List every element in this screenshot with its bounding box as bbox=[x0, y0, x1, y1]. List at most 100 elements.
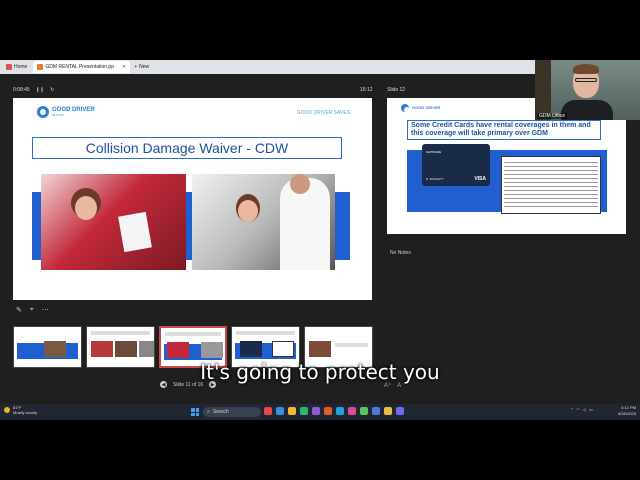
app-icon[interactable] bbox=[360, 407, 368, 415]
next-slide-label: Slide 12 bbox=[387, 87, 406, 93]
text-line bbox=[504, 182, 598, 183]
weather-desc: Mostly cloudy bbox=[13, 410, 38, 415]
next-slide-textbox bbox=[501, 156, 601, 214]
taskbar-apps bbox=[264, 407, 404, 415]
tab-label: GDM RENTAL Presentation.pp bbox=[45, 64, 114, 70]
thumbnail-image bbox=[272, 341, 295, 357]
text-line bbox=[504, 194, 598, 195]
thumbnail-image bbox=[309, 341, 332, 357]
tab-home[interactable]: Home bbox=[2, 61, 31, 73]
card-brand: SAPPHIRE bbox=[426, 150, 442, 154]
timer-value: 0:08:45 bbox=[13, 87, 30, 93]
webcam-label: GDM Office bbox=[537, 113, 568, 119]
caption-size-controls: A⁺ A⁻ bbox=[384, 382, 404, 389]
live-caption: It's going to protect you bbox=[200, 360, 440, 384]
app-icon[interactable] bbox=[396, 407, 404, 415]
reset-icon[interactable]: ↻ bbox=[50, 87, 54, 93]
new-tab-button[interactable]: + New bbox=[134, 64, 149, 70]
app-icon[interactable] bbox=[276, 407, 284, 415]
app-icon[interactable] bbox=[348, 407, 356, 415]
thumbnail-title bbox=[164, 332, 222, 336]
pointer-icon[interactable]: ⌖ bbox=[30, 306, 34, 314]
app-icon[interactable] bbox=[324, 407, 332, 415]
background-shelf bbox=[535, 60, 551, 120]
clock-date: 8/30/2025 bbox=[618, 411, 636, 416]
text-line bbox=[504, 170, 598, 171]
thumbnail-image bbox=[240, 341, 263, 357]
logo-icon bbox=[37, 106, 49, 118]
text-line bbox=[504, 186, 598, 187]
thumbnail-image bbox=[200, 342, 223, 358]
webcam-feed: GDM Office bbox=[535, 60, 640, 120]
decrease-text-icon[interactable]: A⁻ bbox=[397, 382, 404, 389]
powerpoint-tab-icon bbox=[37, 64, 44, 70]
text-line bbox=[504, 202, 598, 203]
battery-icon[interactable]: ▭ bbox=[589, 407, 593, 412]
pen-icon[interactable]: ✎ bbox=[16, 306, 22, 314]
taskbar: 81°F Mostly cloudy ⌕ Search ⌃ ◠ ◁ ▭ 4:12… bbox=[0, 404, 640, 420]
app-icon[interactable] bbox=[336, 407, 344, 415]
weather-widget[interactable]: 81°F Mostly cloudy bbox=[4, 405, 37, 415]
thumbnail-image bbox=[114, 341, 137, 357]
logo-text: GOOD DRIVER bbox=[412, 105, 441, 110]
text-line bbox=[504, 174, 598, 175]
volume-icon[interactable]: ◁ bbox=[583, 407, 586, 412]
thumbnail-image bbox=[44, 341, 66, 357]
app-icon[interactable] bbox=[384, 407, 392, 415]
home-tab-icon bbox=[6, 64, 12, 70]
logo-subtext: MUTUAL bbox=[52, 113, 65, 117]
slide-photo-car-rental bbox=[41, 174, 186, 270]
credit-card-image: SAPPHIRE B. BARNETT VISA bbox=[422, 144, 490, 186]
search-label: Search bbox=[212, 409, 229, 415]
thumbnail-title bbox=[90, 331, 150, 335]
person-glasses bbox=[575, 78, 597, 82]
tab-label: Home bbox=[14, 64, 28, 70]
taskbar-search[interactable]: ⌕ Search bbox=[203, 407, 261, 417]
presenter-view: 0:08:45 ❙❙ ↻ 16:12 GOOD DRIVER MUTUAL GO… bbox=[0, 74, 640, 404]
text-line bbox=[504, 206, 598, 207]
more-icon[interactable]: ⋯ bbox=[42, 306, 49, 314]
next-slide-title: Some Credit Cards have rental coverages … bbox=[407, 120, 601, 140]
tab-presentation[interactable]: GDM RENTAL Presentation.pp ✕ bbox=[33, 61, 131, 73]
slide-photo-car-signing bbox=[192, 174, 335, 270]
weather-icon bbox=[4, 407, 10, 413]
windows-start-icon[interactable] bbox=[191, 408, 199, 416]
system-tray: ⌃ ◠ ◁ ▭ bbox=[570, 407, 593, 412]
text-line bbox=[504, 162, 598, 163]
app-icon[interactable] bbox=[288, 407, 296, 415]
pause-icon[interactable]: ❙❙ bbox=[36, 87, 44, 93]
slide-brand-tagline: GOOD DRIVER SAVES bbox=[296, 110, 350, 116]
logo-icon bbox=[401, 104, 410, 113]
speaker-notes: No Notes bbox=[390, 250, 411, 256]
person-shape bbox=[238, 200, 258, 222]
text-line bbox=[504, 190, 598, 191]
current-slide: GOOD DRIVER MUTUAL GOOD DRIVER SAVES Col… bbox=[13, 98, 372, 300]
thumbnail-title bbox=[236, 331, 296, 335]
card-holder: B. BARNETT bbox=[426, 177, 444, 181]
thumbnail-image bbox=[138, 341, 154, 357]
close-icon[interactable]: ✕ bbox=[122, 64, 126, 70]
screen: Home GDM RENTAL Presentation.pp ✕ + New … bbox=[0, 0, 640, 480]
chevron-up-icon[interactable]: ⌃ bbox=[570, 407, 573, 412]
company-logo: GOOD DRIVER bbox=[401, 104, 441, 113]
person-shape bbox=[290, 174, 310, 194]
search-icon: ⌕ bbox=[207, 409, 210, 415]
person-hair bbox=[573, 64, 599, 74]
person-shirt bbox=[561, 100, 613, 120]
text-line bbox=[504, 178, 598, 179]
presenter-clock: 16:12 bbox=[360, 87, 373, 93]
plus-icon: + bbox=[134, 64, 138, 70]
thumbnail-image bbox=[166, 342, 189, 358]
increase-text-icon[interactable]: A⁺ bbox=[384, 382, 391, 389]
presentation-timer: 0:08:45 ❙❙ ↻ bbox=[13, 87, 54, 93]
app-icon[interactable] bbox=[264, 407, 272, 415]
app-icon[interactable] bbox=[312, 407, 320, 415]
wifi-icon[interactable]: ◠ bbox=[576, 407, 580, 412]
app-icon[interactable] bbox=[300, 407, 308, 415]
slide-tools: ✎ ⌖ ⋯ bbox=[16, 306, 49, 314]
app-icon[interactable] bbox=[372, 407, 380, 415]
company-logo: GOOD DRIVER MUTUAL bbox=[37, 106, 95, 118]
taskbar-clock[interactable]: 4:12 PM 8/30/2025 bbox=[618, 405, 636, 417]
text-line bbox=[504, 198, 598, 199]
card-network: VISA bbox=[474, 176, 486, 182]
